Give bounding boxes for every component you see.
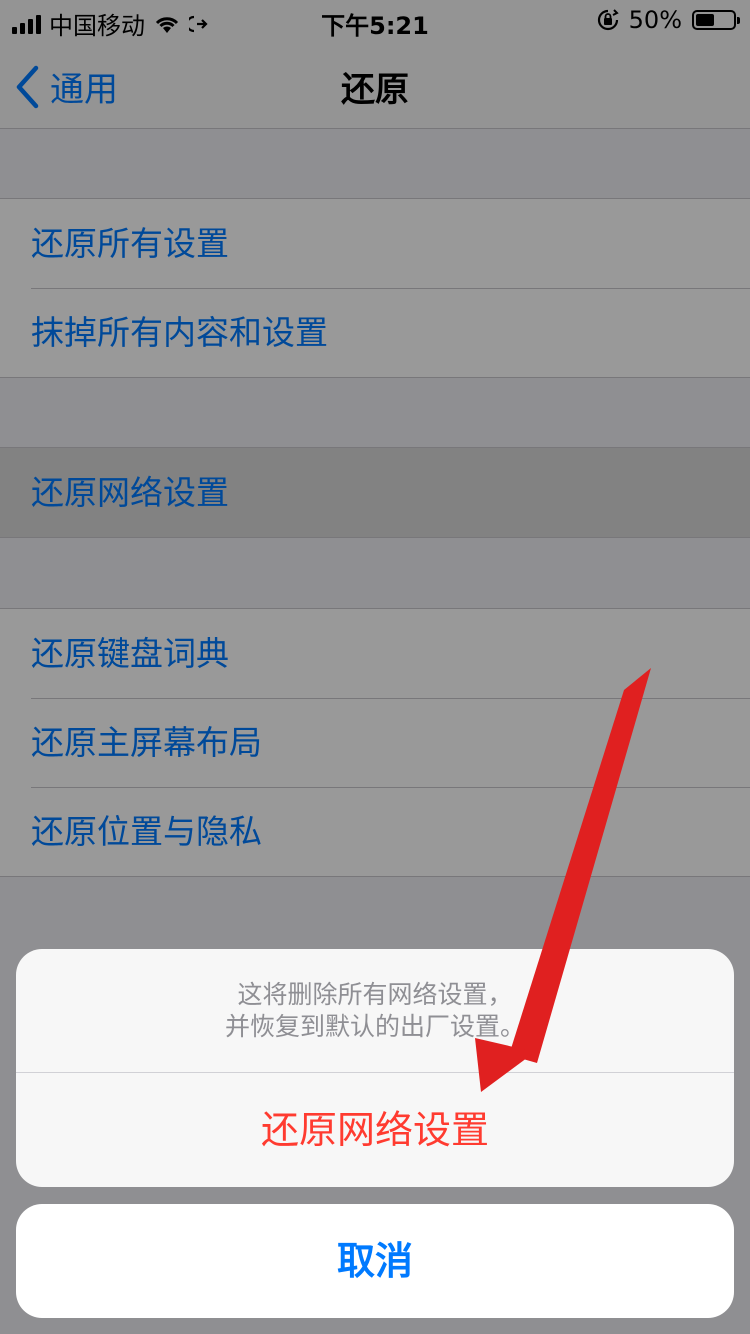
action-sheet: 这将删除所有网络设置， 并恢复到默认的出厂设置。 还原网络设置 (16, 949, 734, 1187)
message-line-1: 这将删除所有网络设置， (237, 980, 513, 1009)
confirm-reset-network-button[interactable]: 还原网络设置 (16, 1073, 734, 1187)
cancel-button[interactable]: 取消 (16, 1204, 734, 1318)
action-sheet-message: 这将删除所有网络设置， 并恢复到默认的出厂设置。 (16, 949, 734, 1073)
screen: 中国移动 下午5:21 50% 通用 还原 还原所有设置 抹掉所有内容和设置 还… (0, 0, 750, 1334)
message-line-2: 并恢复到默认的出厂设置。 (224, 1012, 525, 1041)
